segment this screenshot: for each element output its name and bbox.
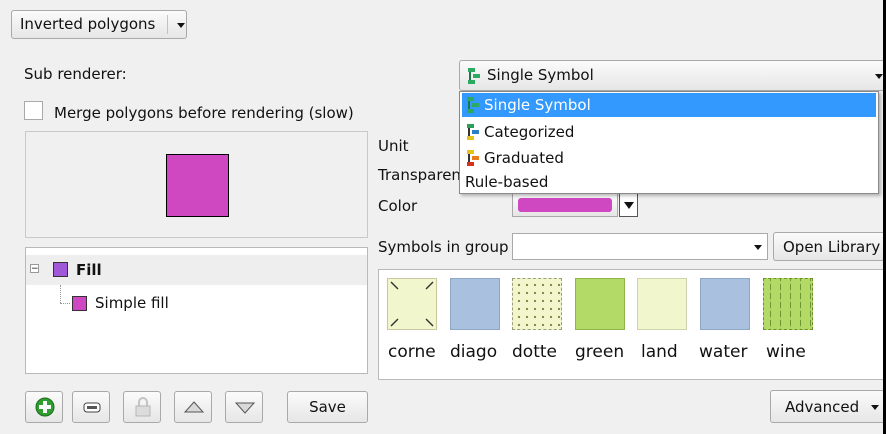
combo-separator <box>167 15 168 34</box>
move-down-icon <box>234 402 256 414</box>
open-library-button[interactable]: Open Library <box>773 232 883 261</box>
graduated-icon <box>467 150 479 166</box>
chevron-down-icon <box>624 202 634 209</box>
symbol-thumb-land[interactable] <box>637 278 687 330</box>
move-down-button[interactable] <box>225 391 263 423</box>
color-label: Color <box>378 197 418 215</box>
layer-tree-row-simple-fill[interactable]: Simple fill <box>26 290 367 316</box>
symbol-label-water: water <box>699 342 748 362</box>
single-symbol-icon <box>468 68 480 84</box>
categorized-icon <box>467 124 479 140</box>
advanced-label: Advanced <box>785 398 860 416</box>
renderer-properties-panel: Inverted polygons Sub renderer: Single S… <box>0 0 886 434</box>
sub-renderer-value: Single Symbol <box>487 66 594 84</box>
corner-pattern-icon <box>390 281 434 327</box>
symbol-label-dotted: dotte <box>512 342 557 362</box>
remove-icon <box>83 402 101 413</box>
chevron-down-icon <box>875 74 883 79</box>
collapse-icon[interactable]: − <box>30 264 39 274</box>
save-button[interactable]: Save <box>287 391 368 423</box>
color-menu-button[interactable] <box>619 193 638 217</box>
color-swatch <box>518 198 612 212</box>
add-icon <box>35 397 55 417</box>
simple-fill-swatch <box>72 296 87 311</box>
symbols-in-group-label: Symbols in group <box>378 238 509 256</box>
symbol-thumb-corner[interactable] <box>387 278 437 330</box>
transparency-label: Transparen <box>378 166 461 184</box>
unit-label: Unit <box>378 137 409 155</box>
symbol-layer-tree: − Fill Simple fill <box>25 247 368 374</box>
dropdown-option-rule-based[interactable]: Rule-based <box>462 170 876 194</box>
symbol-thumb-wine[interactable] <box>763 278 813 330</box>
symbol-label-corner: corne <box>388 342 436 362</box>
symbol-label-green: green <box>575 342 625 362</box>
move-up-icon <box>183 401 205 413</box>
sub-renderer-label: Sub renderer: <box>24 65 127 83</box>
chevron-down-icon <box>177 23 185 28</box>
symbol-preview-swatch <box>166 154 229 217</box>
simple-fill-label: Simple fill <box>95 294 169 312</box>
dropdown-option-label: Graduated <box>484 149 564 167</box>
chevron-down-icon <box>871 405 879 410</box>
renderer-type-value: Inverted polygons <box>20 15 156 33</box>
dropdown-option-label: Categorized <box>484 123 575 141</box>
dropdown-option-label: Single Symbol <box>484 96 591 114</box>
dropdown-option-graduated[interactable]: Graduated <box>462 146 876 170</box>
fill-layer-label: Fill <box>76 261 102 279</box>
symbol-thumb-diagonal[interactable] <box>450 278 500 330</box>
symbol-label-land: land <box>641 342 678 362</box>
color-button[interactable] <box>512 193 618 217</box>
renderer-type-combo[interactable]: Inverted polygons <box>11 10 187 39</box>
dropdown-option-label: Rule-based <box>465 173 549 191</box>
wine-rows-overlay <box>764 279 812 329</box>
add-layer-button[interactable] <box>25 391 63 423</box>
advanced-button[interactable]: Advanced <box>770 390 883 423</box>
single-symbol-icon <box>467 97 479 113</box>
dropdown-option-single-symbol[interactable]: Single Symbol <box>462 93 876 117</box>
merge-polygons-checkbox[interactable] <box>24 101 43 120</box>
chevron-down-icon <box>754 245 762 250</box>
symbol-label-wine: wine <box>766 342 806 362</box>
layer-tree-row-fill[interactable]: − Fill <box>26 255 367 285</box>
lock-layer-button[interactable] <box>123 391 161 423</box>
symbol-thumb-water[interactable] <box>700 278 750 330</box>
save-button-label: Save <box>309 398 346 416</box>
fill-layer-swatch <box>53 262 68 277</box>
remove-layer-button[interactable] <box>72 391 110 423</box>
move-up-button[interactable] <box>174 391 212 423</box>
symbol-thumb-dotted[interactable] <box>512 278 562 330</box>
lock-icon <box>135 397 151 417</box>
symbol-thumb-green[interactable] <box>575 278 625 330</box>
merge-polygons-label: Merge polygons before rendering (slow) <box>54 104 354 122</box>
symbol-label-diagonal: diago <box>450 342 498 362</box>
dropdown-option-categorized[interactable]: Categorized <box>462 120 876 144</box>
sub-renderer-combo[interactable]: Single Symbol <box>459 60 883 91</box>
open-library-label: Open Library <box>783 238 881 256</box>
symbol-preview <box>25 131 368 238</box>
symbol-group-combo[interactable] <box>512 233 768 260</box>
